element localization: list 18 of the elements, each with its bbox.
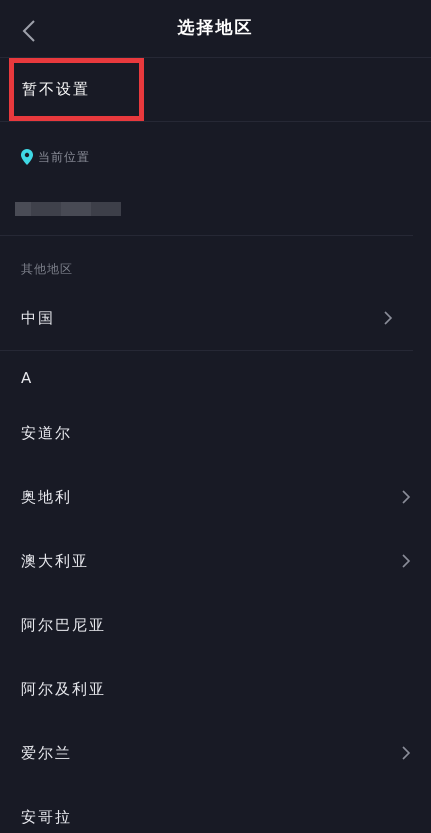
- region-item[interactable]: 澳大利亚: [0, 529, 431, 593]
- location-pin-icon: [20, 149, 34, 165]
- not-set-option[interactable]: 暂不设置: [9, 58, 144, 121]
- current-location-label: 当前位置: [38, 149, 90, 166]
- region-item[interactable]: 阿尔及利亚: [0, 657, 431, 721]
- region-item[interactable]: 安道尔: [0, 401, 431, 465]
- section-heading: 其他地区: [21, 261, 73, 278]
- region-item[interactable]: 奥地利: [0, 465, 431, 529]
- region-item[interactable]: 爱尔兰: [0, 721, 431, 785]
- region-item[interactable]: 中国: [0, 286, 413, 350]
- chevron-right-icon: [401, 745, 411, 761]
- region-item[interactable]: 阿尔巴尼亚: [0, 593, 431, 657]
- chevron-right-icon: [383, 310, 393, 326]
- page-title: 选择地区: [178, 16, 254, 40]
- chevron-right-icon: [401, 489, 411, 505]
- region-item[interactable]: 安哥拉: [0, 785, 431, 833]
- index-letter: A: [21, 368, 32, 389]
- chevron-right-icon: [401, 553, 411, 569]
